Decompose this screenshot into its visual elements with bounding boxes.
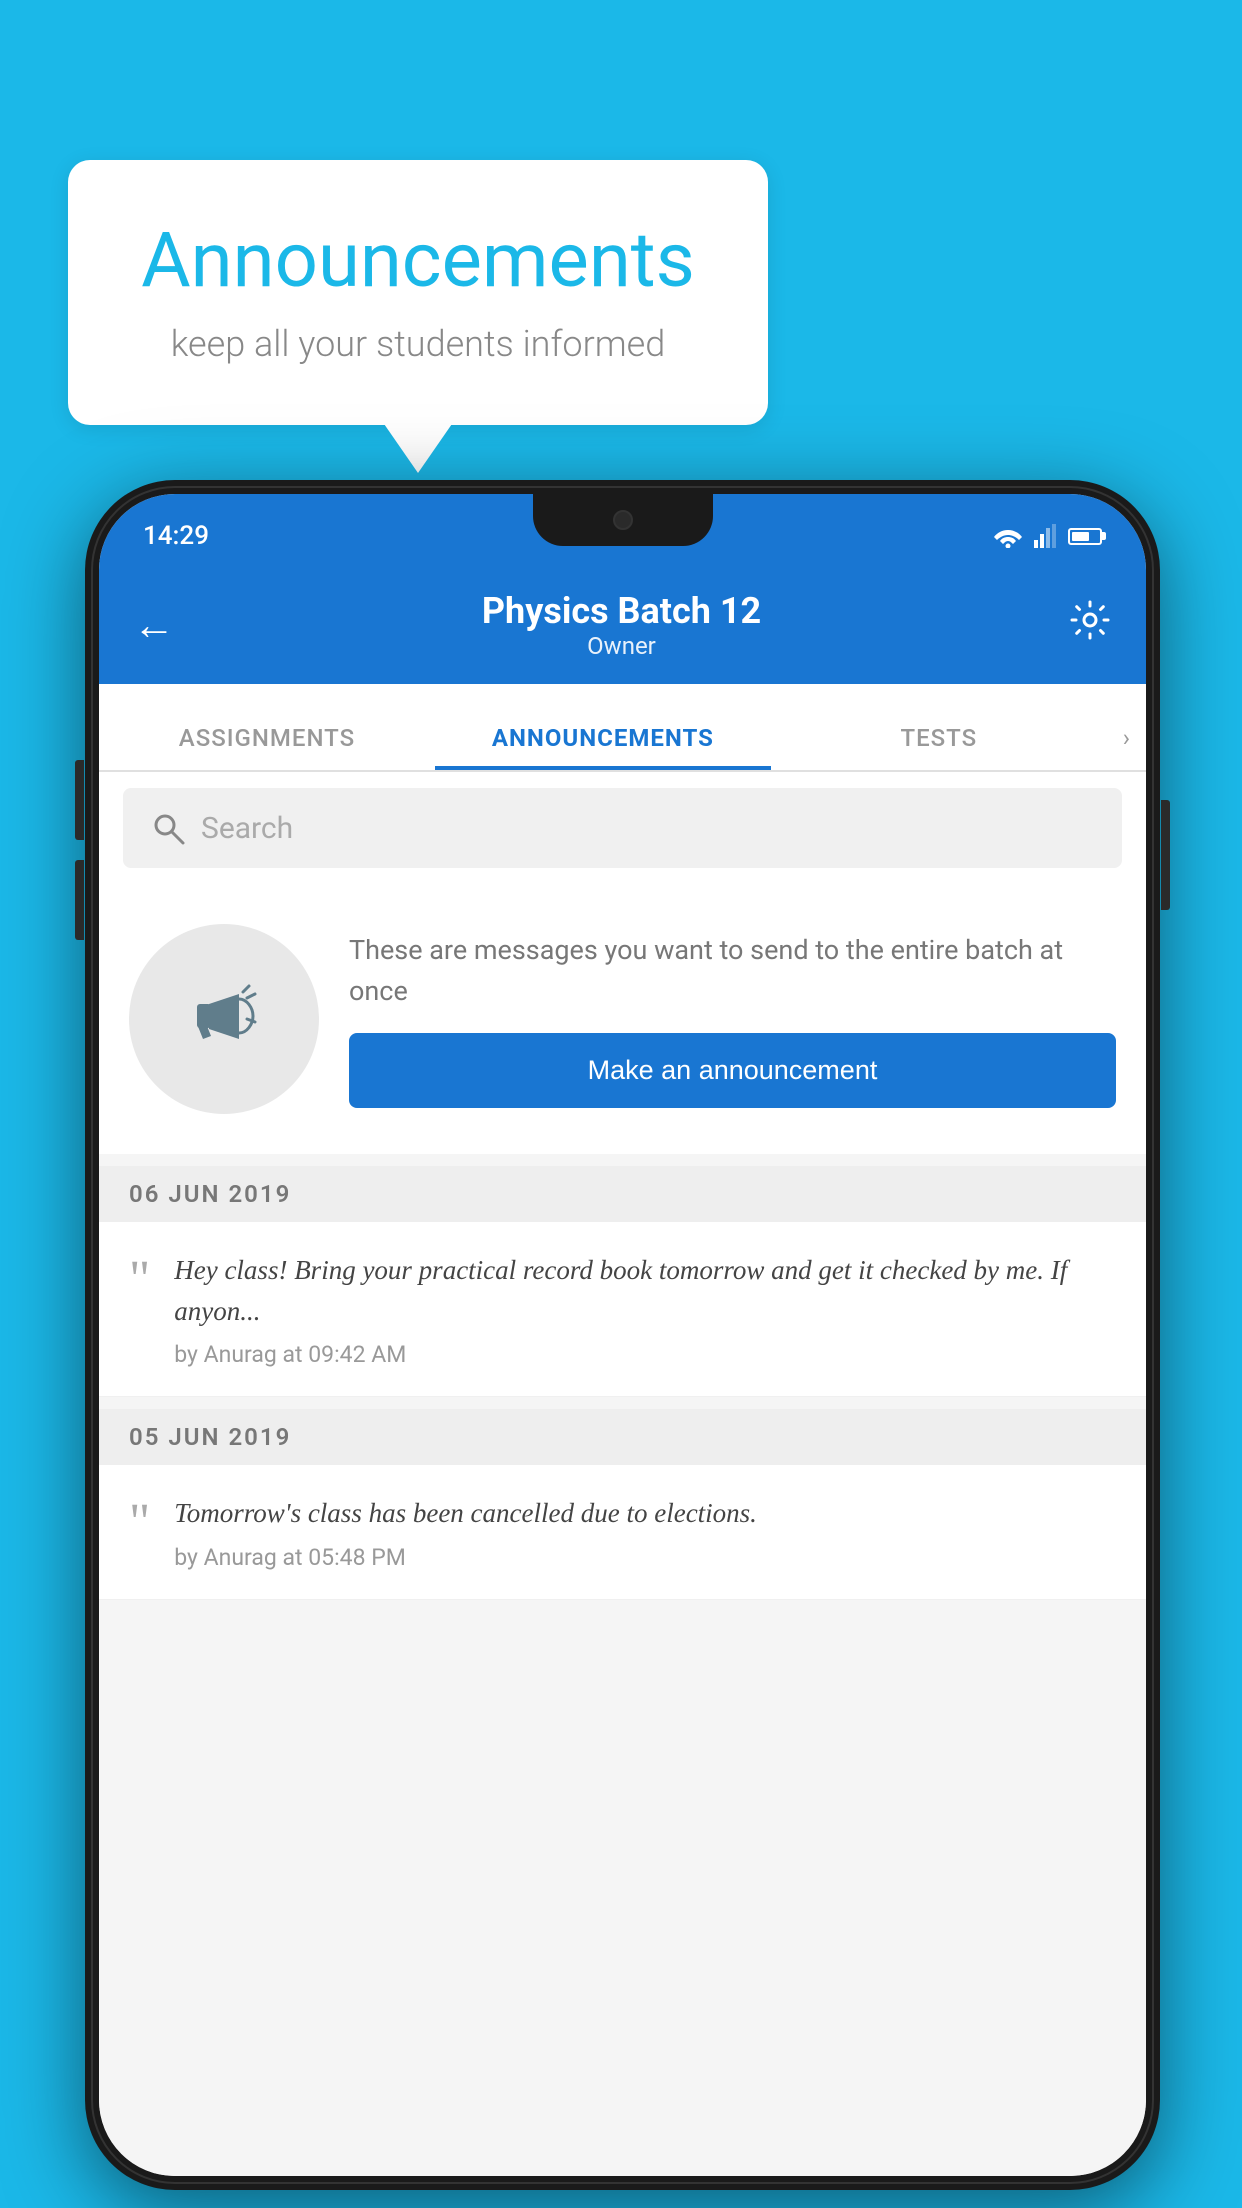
volume-down-button (75, 860, 84, 940)
phone-notch (533, 494, 713, 546)
camera (613, 510, 633, 530)
phone-device: 14:29 (85, 480, 1160, 2190)
announcement-prompt: These are messages you want to send to t… (99, 884, 1146, 1154)
announcement-description: These are messages you want to send to t… (349, 930, 1116, 1011)
app-bar: ← Physics Batch 12 Owner (99, 566, 1146, 684)
speech-bubble-title: Announcements (128, 215, 708, 305)
speech-bubble-container: Announcements keep all your students inf… (68, 160, 768, 425)
search-bar[interactable]: Search (123, 788, 1122, 868)
search-icon (151, 811, 185, 845)
back-button[interactable]: ← (133, 601, 175, 650)
announcement-content-1: Hey class! Bring your practical record b… (174, 1250, 1116, 1368)
date-separator-1: 06 JUN 2019 (99, 1166, 1146, 1222)
search-container: Search (99, 772, 1146, 884)
app-bar-title-section: Physics Batch 12 Owner (175, 590, 1068, 660)
tab-announcements[interactable]: ANNOUNCEMENTS (435, 724, 771, 770)
make-announcement-button[interactable]: Make an announcement (349, 1033, 1116, 1108)
phone-screen: 14:29 (99, 494, 1146, 2176)
tab-tests[interactable]: TESTS (771, 724, 1107, 770)
speech-bubble-subtitle: keep all your students informed (128, 323, 708, 365)
volume-up-button (75, 760, 84, 840)
megaphone-icon (179, 974, 269, 1064)
announcement-meta-2: by Anurag at 05:48 PM (174, 1544, 1116, 1571)
quote-icon-2: " (129, 1497, 150, 1549)
power-button (1161, 800, 1170, 910)
announcement-message-2: Tomorrow's class has been cancelled due … (174, 1493, 1116, 1534)
announcement-content-2: Tomorrow's class has been cancelled due … (174, 1493, 1116, 1571)
announcement-message-1: Hey class! Bring your practical record b… (174, 1250, 1116, 1331)
content-area: Search (99, 772, 1146, 2176)
status-icons (992, 524, 1102, 548)
app-bar-subtitle: Owner (175, 632, 1068, 660)
battery-icon (1068, 528, 1102, 545)
status-time: 14:29 (143, 521, 209, 551)
signal-icon (1034, 524, 1058, 548)
announcement-right: These are messages you want to send to t… (349, 930, 1116, 1108)
announcement-meta-1: by Anurag at 09:42 AM (174, 1341, 1116, 1368)
settings-button[interactable] (1068, 598, 1112, 652)
search-placeholder: Search (201, 811, 293, 846)
announcement-item-2[interactable]: " Tomorrow's class has been cancelled du… (99, 1465, 1146, 1600)
tab-more[interactable]: › (1107, 724, 1146, 770)
date-separator-2: 05 JUN 2019 (99, 1409, 1146, 1465)
tab-assignments[interactable]: ASSIGNMENTS (99, 724, 435, 770)
wifi-icon (992, 524, 1024, 548)
announcement-item-1[interactable]: " Hey class! Bring your practical record… (99, 1222, 1146, 1397)
app-bar-title: Physics Batch 12 (175, 590, 1068, 632)
speech-bubble: Announcements keep all your students inf… (68, 160, 768, 425)
tab-bar: ASSIGNMENTS ANNOUNCEMENTS TESTS › (99, 684, 1146, 772)
quote-icon-1: " (129, 1254, 150, 1306)
announcement-icon-circle (129, 924, 319, 1114)
